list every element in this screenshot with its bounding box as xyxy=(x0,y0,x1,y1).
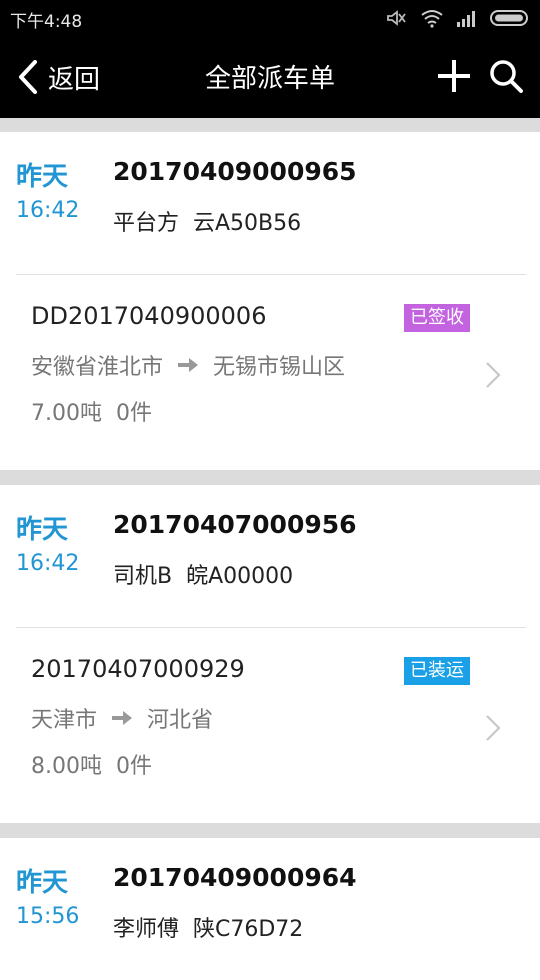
order-row[interactable]: 20170407000929 已装运 天津市 河北省 8.00吨 0件 xyxy=(0,627,540,823)
carrier-plate: 平台方 云A50B56 xyxy=(113,211,302,236)
order-number: DD2017040900006 xyxy=(31,302,267,330)
chevron-right-icon xyxy=(486,715,501,741)
dispatch-day: 昨天 xyxy=(16,868,69,898)
signal-icon xyxy=(457,11,475,27)
route-arrow-icon xyxy=(178,358,199,372)
status-badge: 已装运 xyxy=(404,657,470,685)
order-row[interactable]: DD2017040900006 已签收 安徽省淮北市 无锡市锡山区 7.00吨 … xyxy=(0,274,540,470)
order-stats: 7.00吨 0件 xyxy=(31,401,152,426)
order-number: 20170407000929 xyxy=(31,655,245,683)
search-icon xyxy=(490,60,523,93)
route-to: 无锡市锡山区 xyxy=(213,355,346,380)
carrier-plate: 李师傅 陕C76D72 xyxy=(113,917,304,942)
dispatch-card-header[interactable]: 昨天 15:56 20170409000964 李师傅 陕C76D72 xyxy=(0,838,540,980)
dispatch-card: 昨天 16:42 20170409000965 平台方 云A50B56 DD20… xyxy=(0,132,540,470)
status-bar: 下午4:48 xyxy=(0,0,540,36)
route-from: 安徽省淮北市 xyxy=(31,355,164,380)
battery-icon xyxy=(490,10,528,26)
dispatch-time: 15:56 xyxy=(16,904,80,929)
dispatch-day: 昨天 xyxy=(16,162,69,192)
order-route: 安徽省淮北市 无锡市锡山区 xyxy=(31,349,345,381)
wifi-icon xyxy=(421,10,443,28)
top-divider xyxy=(0,118,540,132)
dispatch-card: 昨天 16:42 20170407000956 司机B 皖A00000 2017… xyxy=(0,485,540,823)
dispatch-list: 昨天 16:42 20170409000965 平台方 云A50B56 DD20… xyxy=(0,132,540,980)
status-badge: 已签收 xyxy=(404,304,470,332)
dispatch-time: 16:42 xyxy=(16,198,80,223)
back-button[interactable]: 返回 xyxy=(18,56,100,98)
card-separator xyxy=(0,823,540,838)
dispatch-number: 20170409000965 xyxy=(113,157,357,186)
status-time: 下午4:48 xyxy=(10,12,83,32)
nav-bar: 返回 全部派车单 xyxy=(0,36,540,118)
add-icon xyxy=(438,60,470,92)
dispatch-number: 20170407000956 xyxy=(113,510,357,539)
route-from: 天津市 xyxy=(31,708,98,733)
dispatch-card-header[interactable]: 昨天 16:42 20170407000956 司机B 皖A00000 xyxy=(0,485,540,628)
order-route: 天津市 河北省 xyxy=(31,702,213,734)
order-stats: 8.00吨 0件 xyxy=(31,754,152,779)
back-label: 返回 xyxy=(48,64,101,95)
card-separator xyxy=(0,470,540,485)
add-button[interactable] xyxy=(436,58,472,94)
search-button[interactable] xyxy=(488,58,524,94)
dispatch-number: 20170409000964 xyxy=(113,863,357,892)
dispatch-card: 昨天 15:56 20170409000964 李师傅 陕C76D72 xyxy=(0,838,540,980)
chevron-right-icon xyxy=(486,362,501,388)
status-icons xyxy=(384,6,530,30)
mute-icon xyxy=(387,10,406,26)
route-to: 河北省 xyxy=(147,708,214,733)
back-arrow-icon xyxy=(19,60,37,94)
carrier-plate: 司机B 皖A00000 xyxy=(113,564,294,589)
route-arrow-icon xyxy=(112,711,133,725)
dispatch-day: 昨天 xyxy=(16,515,69,545)
dispatch-card-header[interactable]: 昨天 16:42 20170409000965 平台方 云A50B56 xyxy=(0,132,540,275)
dispatch-time: 16:42 xyxy=(16,551,80,576)
